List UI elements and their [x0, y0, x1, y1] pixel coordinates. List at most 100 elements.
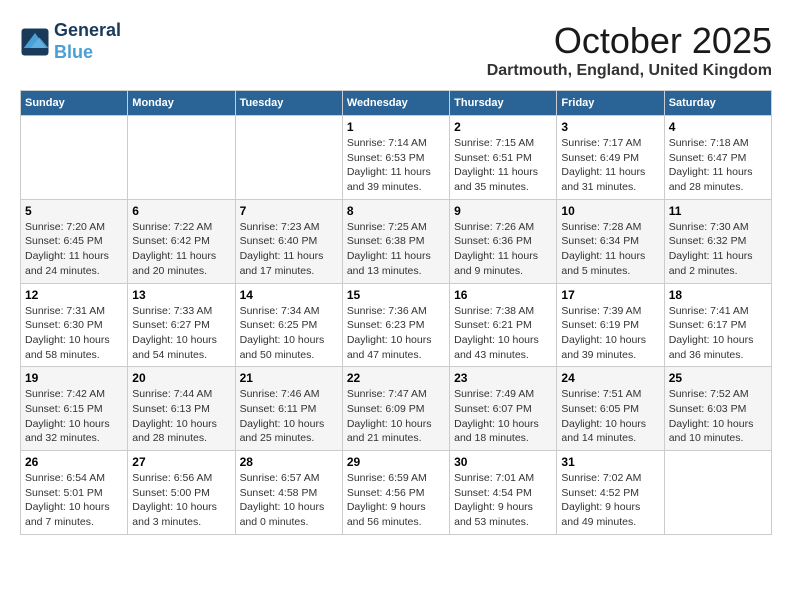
day-info: Sunrise: 7:17 AM Sunset: 6:49 PM Dayligh… — [561, 136, 659, 195]
calendar-cell: 8 Sunrise: 7:25 AM Sunset: 6:38 PM Daylig… — [342, 199, 449, 283]
logo-line1: General — [54, 20, 121, 42]
day-info: Sunrise: 7:44 AM Sunset: 6:13 PM Dayligh… — [132, 387, 230, 446]
calendar-cell: 9 Sunrise: 7:26 AM Sunset: 6:36 PM Daylig… — [450, 199, 557, 283]
calendar-cell: 23 Sunrise: 7:49 AM Sunset: 6:07 PM Dayli… — [450, 367, 557, 451]
weekday-header-tuesday: Tuesday — [235, 91, 342, 116]
calendar-week-row: 19 Sunrise: 7:42 AM Sunset: 6:15 PM Dayli… — [21, 367, 772, 451]
calendar-cell: 5 Sunrise: 7:20 AM Sunset: 6:45 PM Daylig… — [21, 199, 128, 283]
calendar-cell: 21 Sunrise: 7:46 AM Sunset: 6:11 PM Dayli… — [235, 367, 342, 451]
day-number: 28 — [240, 455, 338, 469]
day-number: 5 — [25, 204, 123, 218]
page-header: General Blue October 2025 Dartmouth, Eng… — [20, 20, 772, 80]
weekday-header-friday: Friday — [557, 91, 664, 116]
day-info: Sunrise: 7:02 AM Sunset: 4:52 PM Dayligh… — [561, 471, 659, 530]
calendar-cell: 19 Sunrise: 7:42 AM Sunset: 6:15 PM Dayli… — [21, 367, 128, 451]
day-number: 22 — [347, 371, 445, 385]
day-number: 11 — [669, 204, 767, 218]
day-info: Sunrise: 7:46 AM Sunset: 6:11 PM Dayligh… — [240, 387, 338, 446]
weekday-header-sunday: Sunday — [21, 91, 128, 116]
day-info: Sunrise: 7:47 AM Sunset: 6:09 PM Dayligh… — [347, 387, 445, 446]
day-number: 30 — [454, 455, 552, 469]
day-number: 9 — [454, 204, 552, 218]
calendar-cell: 4Sunrise: 7:18 AM Sunset: 6:47 PM Daylig… — [664, 116, 771, 200]
day-info: Sunrise: 7:34 AM Sunset: 6:25 PM Dayligh… — [240, 304, 338, 363]
day-info: Sunrise: 7:33 AM Sunset: 6:27 PM Dayligh… — [132, 304, 230, 363]
title-area: October 2025 Dartmouth, England, United … — [487, 20, 772, 80]
calendar-cell: 25Sunrise: 7:52 AM Sunset: 6:03 PM Dayli… — [664, 367, 771, 451]
day-info: Sunrise: 7:23 AM Sunset: 6:40 PM Dayligh… — [240, 220, 338, 279]
day-info: Sunrise: 6:56 AM Sunset: 5:00 PM Dayligh… — [132, 471, 230, 530]
day-info: Sunrise: 7:52 AM Sunset: 6:03 PM Dayligh… — [669, 387, 767, 446]
calendar-cell: 10 Sunrise: 7:28 AM Sunset: 6:34 PM Dayli… — [557, 199, 664, 283]
day-number: 7 — [240, 204, 338, 218]
day-number: 23 — [454, 371, 552, 385]
day-number: 8 — [347, 204, 445, 218]
logo: General Blue — [20, 20, 121, 63]
day-number: 2 — [454, 120, 552, 134]
calendar-cell — [21, 116, 128, 200]
weekday-header-thursday: Thursday — [450, 91, 557, 116]
day-info: Sunrise: 7:42 AM Sunset: 6:15 PM Dayligh… — [25, 387, 123, 446]
calendar-cell: 12Sunrise: 7:31 AM Sunset: 6:30 PM Dayli… — [21, 283, 128, 367]
weekday-header-wednesday: Wednesday — [342, 91, 449, 116]
weekday-header-row: SundayMondayTuesdayWednesdayThursdayFrid… — [21, 91, 772, 116]
calendar-cell: 24Sunrise: 7:51 AM Sunset: 6:05 PM Dayli… — [557, 367, 664, 451]
day-number: 18 — [669, 288, 767, 302]
weekday-header-saturday: Saturday — [664, 91, 771, 116]
calendar-cell: 27 Sunrise: 6:56 AM Sunset: 5:00 PM Dayli… — [128, 451, 235, 535]
calendar-cell: 18 Sunrise: 7:41 AM Sunset: 6:17 PM Dayli… — [664, 283, 771, 367]
calendar-cell: 15 Sunrise: 7:36 AM Sunset: 6:23 PM Dayli… — [342, 283, 449, 367]
day-number: 31 — [561, 455, 659, 469]
day-number: 10 — [561, 204, 659, 218]
day-number: 27 — [132, 455, 230, 469]
day-info: Sunrise: 6:57 AM Sunset: 4:58 PM Dayligh… — [240, 471, 338, 530]
day-number: 21 — [240, 371, 338, 385]
calendar-cell: 2 Sunrise: 7:15 AM Sunset: 6:51 PM Daylig… — [450, 116, 557, 200]
month-title: October 2025 — [487, 20, 772, 62]
day-info: Sunrise: 7:22 AM Sunset: 6:42 PM Dayligh… — [132, 220, 230, 279]
day-info: Sunrise: 7:25 AM Sunset: 6:38 PM Dayligh… — [347, 220, 445, 279]
calendar-cell: 31 Sunrise: 7:02 AM Sunset: 4:52 PM Dayli… — [557, 451, 664, 535]
calendar-cell — [128, 116, 235, 200]
day-number: 14 — [240, 288, 338, 302]
calendar-cell — [664, 451, 771, 535]
day-number: 6 — [132, 204, 230, 218]
day-number: 1 — [347, 120, 445, 134]
day-number: 26 — [25, 455, 123, 469]
day-info: Sunrise: 7:18 AM Sunset: 6:47 PM Dayligh… — [669, 136, 767, 195]
calendar-cell: 28 Sunrise: 6:57 AM Sunset: 4:58 PM Dayli… — [235, 451, 342, 535]
day-number: 19 — [25, 371, 123, 385]
day-number: 20 — [132, 371, 230, 385]
logo-icon — [20, 27, 50, 57]
day-info: Sunrise: 7:28 AM Sunset: 6:34 PM Dayligh… — [561, 220, 659, 279]
day-info: Sunrise: 6:59 AM Sunset: 4:56 PM Dayligh… — [347, 471, 445, 530]
logo-line2: Blue — [54, 42, 121, 64]
day-info: Sunrise: 7:38 AM Sunset: 6:21 PM Dayligh… — [454, 304, 552, 363]
day-info: Sunrise: 7:36 AM Sunset: 6:23 PM Dayligh… — [347, 304, 445, 363]
day-info: Sunrise: 7:15 AM Sunset: 6:51 PM Dayligh… — [454, 136, 552, 195]
calendar-cell: 26Sunrise: 6:54 AM Sunset: 5:01 PM Dayli… — [21, 451, 128, 535]
day-info: Sunrise: 7:26 AM Sunset: 6:36 PM Dayligh… — [454, 220, 552, 279]
calendar-cell: 6 Sunrise: 7:22 AM Sunset: 6:42 PM Daylig… — [128, 199, 235, 283]
day-info: Sunrise: 7:39 AM Sunset: 6:19 PM Dayligh… — [561, 304, 659, 363]
day-info: Sunrise: 7:30 AM Sunset: 6:32 PM Dayligh… — [669, 220, 767, 279]
calendar-cell: 7 Sunrise: 7:23 AM Sunset: 6:40 PM Daylig… — [235, 199, 342, 283]
calendar-cell: 17 Sunrise: 7:39 AM Sunset: 6:19 PM Dayli… — [557, 283, 664, 367]
day-info: Sunrise: 7:41 AM Sunset: 6:17 PM Dayligh… — [669, 304, 767, 363]
day-number: 15 — [347, 288, 445, 302]
day-number: 17 — [561, 288, 659, 302]
calendar-cell: 16 Sunrise: 7:38 AM Sunset: 6:21 PM Dayli… — [450, 283, 557, 367]
calendar-cell: 11 Sunrise: 7:30 AM Sunset: 6:32 PM Dayli… — [664, 199, 771, 283]
calendar-cell: 30 Sunrise: 7:01 AM Sunset: 4:54 PM Dayli… — [450, 451, 557, 535]
day-number: 29 — [347, 455, 445, 469]
calendar-week-row: 12Sunrise: 7:31 AM Sunset: 6:30 PM Dayli… — [21, 283, 772, 367]
day-info: Sunrise: 7:31 AM Sunset: 6:30 PM Dayligh… — [25, 304, 123, 363]
weekday-header-monday: Monday — [128, 91, 235, 116]
day-info: Sunrise: 7:20 AM Sunset: 6:45 PM Dayligh… — [25, 220, 123, 279]
day-info: Sunrise: 7:01 AM Sunset: 4:54 PM Dayligh… — [454, 471, 552, 530]
day-number: 16 — [454, 288, 552, 302]
day-number: 24 — [561, 371, 659, 385]
calendar-cell: 13Sunrise: 7:33 AM Sunset: 6:27 PM Dayli… — [128, 283, 235, 367]
calendar-cell: 14 Sunrise: 7:34 AM Sunset: 6:25 PM Dayli… — [235, 283, 342, 367]
day-info: Sunrise: 7:49 AM Sunset: 6:07 PM Dayligh… — [454, 387, 552, 446]
